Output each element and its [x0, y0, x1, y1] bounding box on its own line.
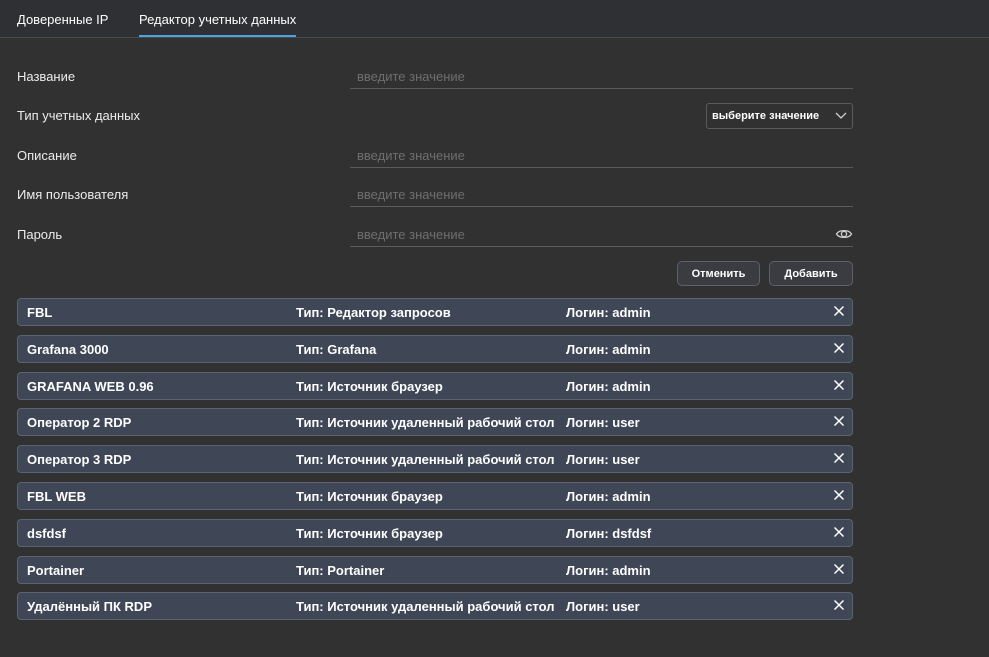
- credential-login: Логин: admin: [566, 488, 651, 504]
- close-icon[interactable]: [833, 415, 845, 427]
- close-icon[interactable]: [833, 342, 845, 354]
- credential-row[interactable]: Оператор 3 RDP Тип: Источник удаленный р…: [17, 445, 853, 474]
- form-row-credential-type: Тип учетных данных выберите значение: [17, 103, 853, 130]
- credential-name: FBL WEB: [27, 488, 86, 504]
- description-input[interactable]: [350, 144, 853, 168]
- credential-name: Оператор 3 RDP: [27, 452, 132, 468]
- credential-name: Portainer: [27, 562, 85, 578]
- credential-row[interactable]: Оператор 2 RDP Тип: Источник удаленный р…: [17, 408, 853, 437]
- username-input[interactable]: [350, 183, 853, 207]
- chevron-down-icon: [835, 112, 847, 119]
- credential-name: FBL: [27, 305, 53, 320]
- eye-icon[interactable]: [835, 225, 853, 243]
- close-icon[interactable]: [833, 379, 845, 391]
- close-icon[interactable]: [833, 526, 845, 538]
- credential-login: Логин: admin: [566, 305, 651, 320]
- credential-name: dsfdsf: [27, 525, 66, 541]
- credential-type-select[interactable]: выберите значение: [706, 103, 853, 129]
- password-label: Пароль: [17, 227, 63, 242]
- credential-type: Тип: Источник удаленный рабочий стол: [296, 415, 555, 431]
- form-row-username: Имя пользователя: [17, 183, 853, 209]
- form-row-name: Название: [17, 65, 853, 91]
- credential-login: Логин: user: [566, 599, 640, 615]
- close-icon[interactable]: [833, 489, 845, 501]
- tab-credentials-editor[interactable]: Редактор учетных данных: [139, 12, 297, 37]
- username-label: Имя пользователя: [17, 187, 129, 202]
- credential-type-label: Тип учетных данных: [17, 108, 140, 123]
- credentials-list: FBL Тип: Редактор запросов Логин: admin …: [17, 298, 853, 629]
- credential-type: Тип: Источник удаленный рабочий стол: [296, 599, 555, 615]
- credential-login: Логин: user: [566, 415, 640, 431]
- description-label: Описание: [17, 148, 77, 163]
- credential-login: Логин: admin: [566, 378, 651, 394]
- credential-type: Тип: Источник удаленный рабочий стол: [296, 452, 555, 468]
- tab-trusted-ip[interactable]: Доверенные IP: [17, 12, 108, 35]
- credential-login: Логин: admin: [566, 341, 651, 357]
- credential-row[interactable]: FBL WEB Тип: Источник браузер Логин: adm…: [17, 481, 853, 510]
- name-label: Название: [17, 69, 76, 84]
- credential-name: Удалённый ПК RDP: [27, 599, 152, 615]
- name-input[interactable]: [350, 65, 853, 89]
- credential-row[interactable]: Grafana 3000 Тип: Grafana Логин: admin: [17, 334, 853, 363]
- credential-name: GRAFANA WEB 0.96: [27, 378, 154, 394]
- credential-name: Grafana 3000: [27, 341, 109, 357]
- close-icon[interactable]: [833, 563, 845, 575]
- tab-bar: Доверенные IP Редактор учетных данных: [0, 0, 989, 38]
- credential-type: Тип: Редактор запросов: [296, 305, 451, 320]
- form-row-description: Описание: [17, 144, 853, 170]
- close-icon[interactable]: [833, 599, 845, 611]
- credential-row[interactable]: dsfdsf Тип: Источник браузер Логин: dsfd…: [17, 518, 853, 547]
- password-input[interactable]: [350, 223, 853, 247]
- cancel-button[interactable]: Отменить: [677, 261, 760, 286]
- close-icon[interactable]: [833, 452, 845, 464]
- credential-row[interactable]: FBL Тип: Редактор запросов Логин: admin: [17, 298, 853, 326]
- form-row-password: Пароль: [17, 223, 853, 249]
- credential-row[interactable]: GRAFANA WEB 0.96 Тип: Источник браузер Л…: [17, 371, 853, 400]
- credential-type: Тип: Portainer: [296, 562, 385, 578]
- credential-type-selected-value: выберите значение: [712, 110, 820, 122]
- credential-login: Логин: admin: [566, 562, 651, 578]
- credential-login: Логин: user: [566, 452, 640, 468]
- credential-type: Тип: Источник браузер: [296, 378, 443, 394]
- credential-type: Тип: Источник браузер: [296, 525, 443, 541]
- credential-type: Тип: Grafana: [296, 341, 377, 357]
- credential-name: Оператор 2 RDP: [27, 415, 132, 431]
- add-button[interactable]: Добавить: [769, 261, 853, 286]
- credential-row[interactable]: Удалённый ПК RDP Тип: Источник удаленный…: [17, 592, 853, 621]
- close-icon[interactable]: [833, 305, 845, 317]
- credential-type: Тип: Источник браузер: [296, 488, 443, 504]
- credential-login: Логин: dsfdsf: [566, 525, 652, 541]
- credential-row[interactable]: Portainer Тип: Portainer Логин: admin: [17, 555, 853, 584]
